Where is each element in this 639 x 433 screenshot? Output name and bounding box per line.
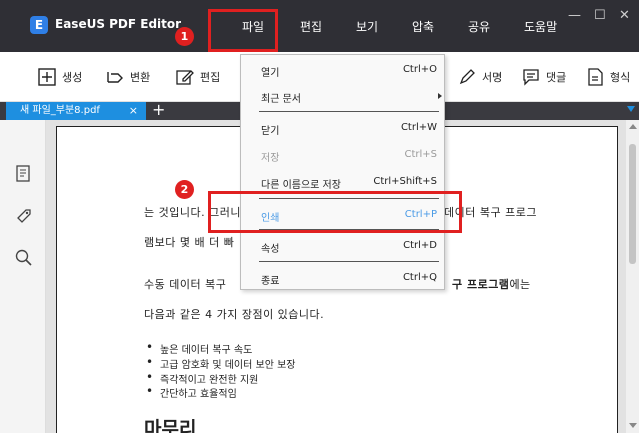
menu-item-shortcut: Ctrl+D (403, 240, 437, 251)
list-item: 높은 데이터 복구 속도 (146, 340, 252, 356)
annotation-badge-1: 1 (175, 27, 194, 46)
menu-item-save[interactable]: 저장 Ctrl+S (241, 144, 444, 166)
edit-pen-icon (176, 70, 194, 85)
menu-item-save-as[interactable]: 다른 이름으로 저장 Ctrl+Shift+S (241, 171, 444, 193)
menu-item-recent[interactable]: 최근 문서 (241, 85, 444, 107)
doc-text-line: 수동 데이터 복구 (144, 278, 227, 291)
close-button[interactable]: ✕ (619, 8, 630, 23)
maximize-button[interactable]: ☐ (594, 8, 606, 23)
menu-item-shortcut: Ctrl+W (400, 122, 437, 133)
convert-label: 변환 (130, 71, 151, 84)
menu-item-shortcut: Ctrl+Shift+S (373, 176, 437, 187)
doc-text: 에는 (509, 278, 531, 291)
file-menu-dropdown: 열기 Ctrl+O 최근 문서 닫기 Ctrl+W 저장 Ctrl+S 다른 이… (240, 54, 445, 290)
menu-view[interactable]: 보기 (356, 18, 378, 35)
menu-item-label: 속성 (261, 244, 280, 255)
title-bar: E EaseUS PDF Editor 파일 편집 보기 압축 공유 도움말 —… (0, 0, 639, 52)
edit-button[interactable]: 편집 (176, 67, 220, 87)
tab-close-icon[interactable]: × (129, 102, 138, 120)
plus-box-icon (38, 68, 56, 86)
pen-icon (459, 69, 475, 85)
scroll-thumb[interactable] (629, 144, 636, 264)
add-tab-button[interactable]: + (152, 100, 165, 119)
menu-item-label: 종료 (261, 276, 280, 287)
convert-icon (107, 72, 123, 83)
doc-text-line: 구 프로그램에는 (452, 276, 531, 292)
tab-list-chevron-icon[interactable] (627, 106, 635, 112)
comment-label: 댓글 (546, 71, 567, 84)
sign-label: 서명 (482, 71, 503, 84)
list-item: 고급 암호화 및 데이터 보안 보장 (146, 355, 295, 371)
app-logo-icon: E (30, 16, 48, 34)
sign-button[interactable]: 서명 (458, 67, 502, 87)
convert-button[interactable]: 변환 (106, 67, 150, 87)
app-title: EaseUS PDF Editor (55, 17, 182, 31)
menu-separator (259, 111, 439, 112)
menu-item-label: 다른 이름으로 저장 (261, 180, 341, 191)
comment-button[interactable]: 댓글 (522, 67, 566, 87)
menu-item-close[interactable]: 닫기 Ctrl+W (241, 117, 444, 139)
menu-edit[interactable]: 편집 (300, 18, 322, 35)
document-tab[interactable]: 새 파일_부분8.pdf × (6, 102, 146, 120)
menu-item-shortcut: Ctrl+S (404, 149, 437, 160)
vertical-scrollbar[interactable] (626, 120, 639, 433)
submenu-arrow-icon (438, 93, 442, 99)
menu-compress[interactable]: 압축 (412, 18, 434, 35)
menu-item-exit[interactable]: 종료 Ctrl+Q (241, 267, 444, 289)
form-label: 형식 (610, 71, 631, 84)
left-sidebar (0, 120, 46, 433)
menu-item-label: 최근 문서 (261, 94, 301, 105)
tag-icon[interactable] (14, 206, 34, 226)
doc-text-line: 다음과 같은 4 가지 장점이 있습니다. (144, 308, 325, 321)
doc-text-line: 램보다 몇 배 더 빠 (144, 236, 235, 249)
menu-item-label: 열기 (261, 68, 280, 79)
menu-item-label: 닫기 (261, 126, 280, 137)
form-doc-icon (588, 68, 603, 86)
menu-item-shortcut: Ctrl+Q (402, 272, 437, 283)
annotation-box-file-menu (208, 9, 278, 52)
create-label: 생성 (62, 71, 83, 84)
minimize-button[interactable]: — (568, 8, 581, 23)
scroll-down-icon[interactable] (629, 423, 637, 428)
create-button[interactable]: 생성 (38, 67, 82, 87)
annotation-badge-2: 2 (175, 180, 194, 199)
scroll-up-icon[interactable] (629, 124, 637, 129)
doc-heading: 마무리 (144, 418, 197, 433)
menu-separator (259, 261, 439, 262)
form-button[interactable]: 형식 (586, 67, 630, 87)
annotation-box-print (208, 191, 462, 233)
menu-item-properties[interactable]: 속성 Ctrl+D (241, 235, 444, 257)
menu-item-shortcut: Ctrl+O (402, 64, 437, 75)
menu-share[interactable]: 공유 (468, 18, 490, 35)
menu-item-label: 저장 (261, 153, 280, 164)
list-item: 즉각적이고 완전한 지원 (146, 370, 258, 386)
doc-bold-text: 구 프로그램 (452, 278, 510, 291)
edit-label: 편집 (200, 71, 221, 84)
menu-help[interactable]: 도움말 (524, 18, 557, 35)
document-tab-label: 새 파일_부분8.pdf (20, 105, 100, 116)
search-icon[interactable] (14, 248, 34, 268)
pages-icon[interactable] (14, 164, 34, 184)
list-item: 간단하고 효율적임 (146, 384, 237, 400)
menu-item-open[interactable]: 열기 Ctrl+O (241, 59, 444, 81)
comment-icon (523, 69, 539, 86)
